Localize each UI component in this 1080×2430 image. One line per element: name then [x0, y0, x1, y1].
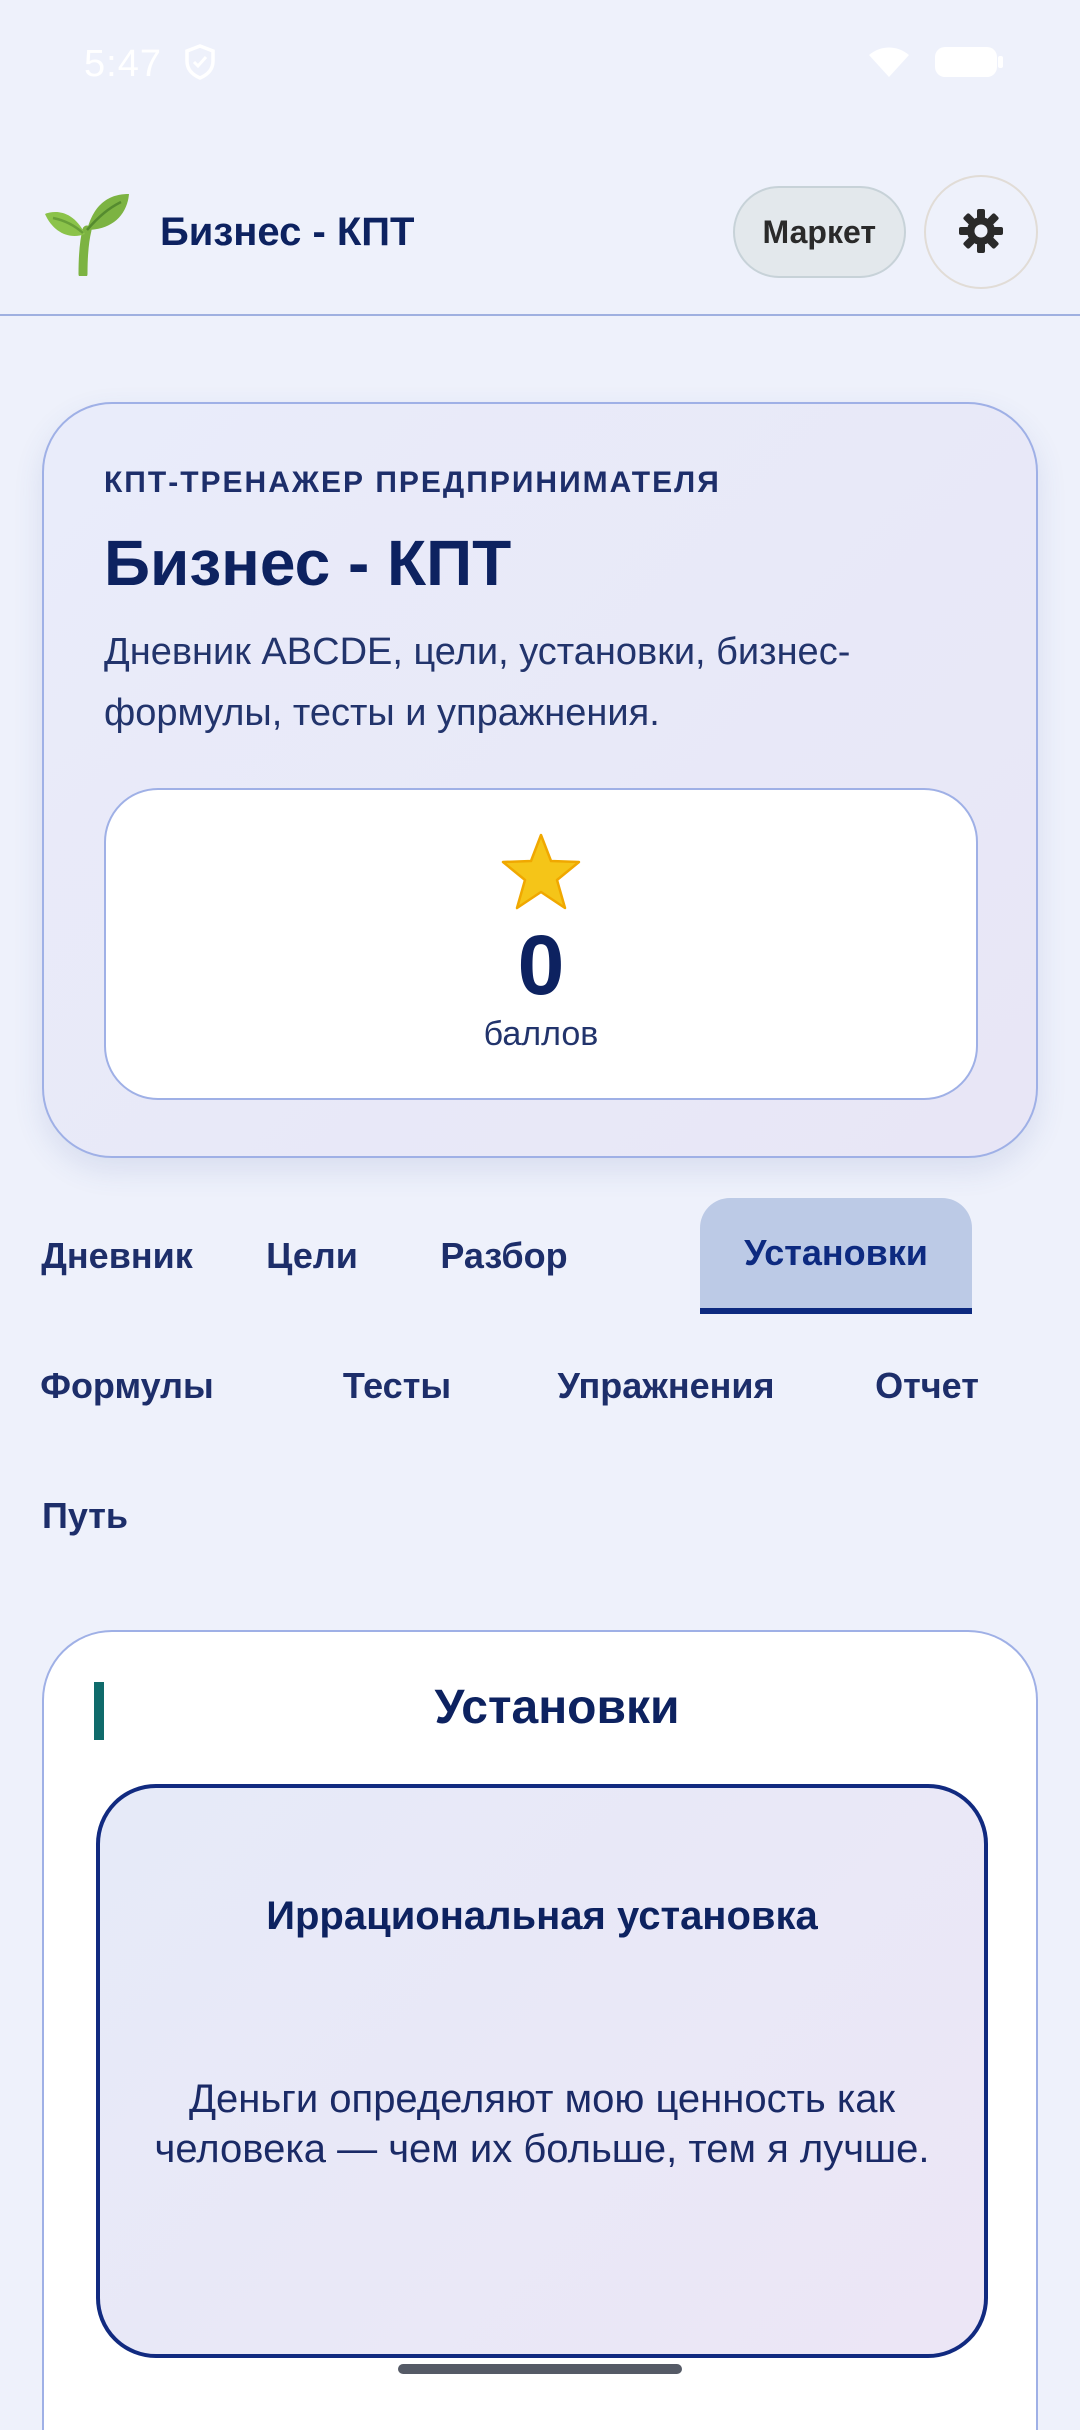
app-header: Бизнес - КПТ Маркет [0, 150, 1080, 316]
hero-description: Дневник ABCDE, цели, установки, бизнес-ф… [104, 631, 851, 734]
settings-button[interactable] [924, 175, 1038, 289]
status-right [866, 45, 1004, 84]
tab-path[interactable]: Путь [42, 1458, 128, 1574]
tab-analysis[interactable]: Разбор [434, 1198, 574, 1314]
app-title: Бизнес - КПТ [160, 209, 415, 254]
shield-icon [184, 43, 216, 85]
status-bar: 5:47 [0, 0, 1080, 128]
tab-diary[interactable]: Дневник [41, 1198, 192, 1314]
tab-formulas[interactable]: Формулы [40, 1328, 214, 1444]
tab-goals[interactable]: Цели [262, 1198, 362, 1314]
tab-tests[interactable]: Тесты [342, 1328, 452, 1444]
belief-label: Иррациональная установка [266, 1894, 818, 1938]
home-indicator[interactable] [398, 2364, 682, 2374]
status-time: 5:47 [84, 42, 162, 85]
sprout-icon [42, 187, 132, 277]
hero-title: Бизнес - КПТ [104, 527, 512, 599]
section-title: Установки [434, 1681, 680, 1734]
tab-exercises[interactable]: Упражнения [554, 1328, 778, 1444]
tab-beliefs[interactable]: Установки [700, 1198, 972, 1314]
beliefs-section: Установки Иррациональная установка Деньг… [42, 1630, 1038, 2430]
score-card: 0 баллов [104, 788, 978, 1100]
tab-row-1: Дневник Цели Разбор Установки [41, 1198, 1038, 1328]
score-label: баллов [483, 1015, 599, 1053]
star-icon [499, 832, 583, 917]
wifi-icon [866, 45, 912, 84]
gear-icon [958, 208, 1004, 257]
market-button[interactable]: Маркет [732, 186, 906, 278]
tab-row-3: Путь [42, 1458, 1038, 1588]
tab-bar: Дневник Цели Разбор Установки Формулы Те… [40, 1198, 1038, 1588]
tab-report[interactable]: Отчет [872, 1328, 982, 1444]
tab-row-2: Формулы Тесты Упражнения Отчет [40, 1328, 1038, 1458]
belief-text: Деньги определяют мою ценность как челов… [154, 2077, 930, 2171]
status-left: 5:47 [84, 43, 216, 86]
hero-card: КПТ-ТРЕНАЖЕР ПРЕДПРИНИМАТЕЛЯ Бизнес - КП… [42, 402, 1038, 1158]
score-value: 0 [517, 918, 565, 1012]
battery-icon [934, 45, 1004, 84]
hero-eyebrow: КПТ-ТРЕНАЖЕР ПРЕДПРИНИМАТЕЛЯ [104, 466, 721, 499]
belief-card[interactable]: Иррациональная установка Деньги определя… [96, 1784, 988, 2358]
